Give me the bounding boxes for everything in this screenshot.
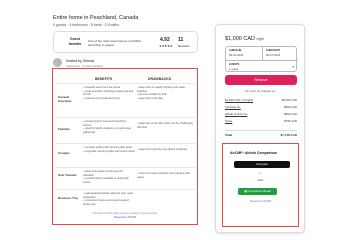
row-divider [57, 167, 195, 168]
checkin-value: 06-02-2024 [229, 53, 244, 57]
price-value: $1,000 CAD [225, 36, 255, 42]
drawback-item: - noise from water activities may interf… [137, 172, 190, 179]
benefits-cell-families: + private boat for boat and beachfront a… [83, 120, 135, 134]
drawback-item: - steep from highway may disturb ambienc… [137, 148, 188, 151]
benefit-item: + impressive hosts ensure good support d… [83, 199, 130, 206]
benefits-drawbacks-panel: BENEFITS DRAWBACKS General Overview + be… [52, 68, 198, 225]
powered-by-link[interactable]: Powered by AirCMP [53, 216, 197, 219]
benefits-cell-general: + beautiful views from the house + great… [83, 86, 135, 100]
aircmp-title: AirCMP: Airbnb Comparison [230, 151, 278, 155]
checkin-field[interactable]: CHECK-IN 06-02-2024 [226, 47, 262, 60]
total-row: Total $7,148 CAD [225, 133, 297, 137]
row-divider [57, 189, 195, 190]
benefits-header: BENEFITS [95, 77, 113, 81]
rating-value: 4.92 [160, 37, 170, 43]
listing-subtitle: 9 guests · 4 bedrooms · 5 beds · 3.5 bat… [53, 23, 119, 27]
price-unit: night [256, 37, 265, 41]
drawbacks-cell-general: - steep drive to nearby highway and wate… [137, 86, 195, 100]
comparison-board-button[interactable]: ▦ Comparison Board [238, 188, 277, 195]
guest-favorite-card: Guest favorite One of the most loved hom… [53, 31, 198, 53]
fee-label[interactable]: $1,000 CAD x 5 nights [225, 98, 253, 102]
total-divider [225, 130, 297, 131]
benefit-item: + good for family vacations or small gro… [83, 127, 132, 134]
guests-select[interactable]: GUESTS 1 guest ▾ [226, 60, 298, 73]
checkout-value: 06-07-2024 [266, 53, 281, 57]
drawbacks-cell-families: - steep hike to the lake which can be ch… [137, 122, 195, 129]
guests-label: GUESTS [229, 63, 240, 66]
row-divider [57, 117, 195, 118]
guests-value: 1 guest [229, 67, 239, 71]
row-label-solo: Solo Traveler [58, 173, 77, 177]
fee-row-nights: $1,000 CAD x 5 nights $5,000 CAD [225, 98, 297, 102]
fee-row-taxes: Taxes $795 CAD [225, 119, 297, 123]
row-label-business: Business Trip [58, 196, 78, 200]
reviews-label[interactable]: Reviews [178, 44, 189, 48]
summary-footer: Generated Airbnb listing summary based o… [92, 212, 158, 215]
row-divider [57, 143, 195, 144]
drawback-item: - steep hike to the lake [137, 96, 164, 100]
fee-value: $853 CAD [284, 112, 297, 116]
date-guest-picker: CHECK-IN 06-02-2024 CHECKOUT 06-07-2024 … [225, 46, 298, 73]
comparison-board-label: Comparison Board [247, 189, 271, 193]
aircmp-footer: Powered by AirCMP [249, 200, 272, 203]
benefits-cell-business: + well-equipped kitchen ideal for easy m… [83, 192, 135, 206]
compare-button[interactable]: Compare [234, 161, 290, 168]
benefit-item: + great amenities including private pool… [83, 89, 134, 97]
nightly-price: $1,000 CAD night [225, 36, 264, 42]
fee-label[interactable]: Airbnb service fee [225, 112, 247, 116]
fee-value: $795 CAD [284, 119, 297, 123]
row-divider [57, 83, 195, 84]
reserve-button[interactable]: Reserve [225, 75, 297, 85]
guest-favorite-description: One of the most loved homes on Airbnb, a… [88, 39, 142, 47]
chevron-down-icon: ▾ [292, 65, 294, 69]
benefit-item: + enjoyable morning coffee with scenic v… [83, 149, 135, 153]
fee-row-service: Airbnb service fee $853 CAD [225, 112, 297, 116]
total-label: Total [225, 133, 232, 137]
row-label-general: General Overview [58, 95, 72, 103]
benefit-item: + excellent hosts available to assist wi… [83, 177, 129, 184]
drawback-item: - steep hike to the lake which can be ch… [137, 122, 193, 129]
drawbacks-cell-solo: - noise from water activities may interf… [137, 172, 195, 179]
not-charged-note: You won't be charged yet [244, 89, 276, 93]
benefits-cell-couples: + romantic setting with stunning lake vi… [83, 146, 135, 153]
checkin-label: CHECK-IN [229, 49, 242, 52]
aircmp-panel: AirCMP: Airbnb Comparison Compare or Hid… [222, 143, 299, 227]
benefit-item: + spacious and organized home [83, 96, 120, 100]
fee-label[interactable]: Cleaning fee [225, 105, 241, 109]
row-label-couples: Couples [58, 151, 70, 155]
drawbacks-cell-couples: - steep from highway may disturb ambienc… [137, 148, 195, 152]
hide-button[interactable]: Hide [223, 178, 298, 182]
host-avatar[interactable] [53, 58, 62, 67]
reviews-count[interactable]: 11 [178, 37, 183, 43]
star-icons: ★★★★★ [159, 44, 173, 48]
drawbacks-header: DRAWBACKS [148, 77, 172, 81]
guest-favorite-badge: Guest favorite [68, 37, 82, 46]
or-divider: or [259, 172, 262, 175]
total-value: $7,148 CAD [280, 133, 297, 137]
fee-value: $500 CAD [284, 105, 297, 109]
fee-label[interactable]: Taxes [225, 119, 232, 123]
row-label-families: Families [58, 127, 71, 131]
checkout-field[interactable]: CHECKOUT 06-07-2024 [262, 47, 298, 60]
fee-value: $5,000 CAD [281, 98, 297, 102]
benefits-cell-solo: + quiet and private environment for rela… [83, 170, 135, 184]
listing-title: Entire home in Peachland, Canada [53, 15, 139, 21]
fee-row-cleaning: Cleaning fee $500 CAD [225, 105, 297, 109]
host-name: Hosted by Glenda [66, 59, 95, 63]
checkout-label: CHECKOUT [266, 49, 281, 52]
